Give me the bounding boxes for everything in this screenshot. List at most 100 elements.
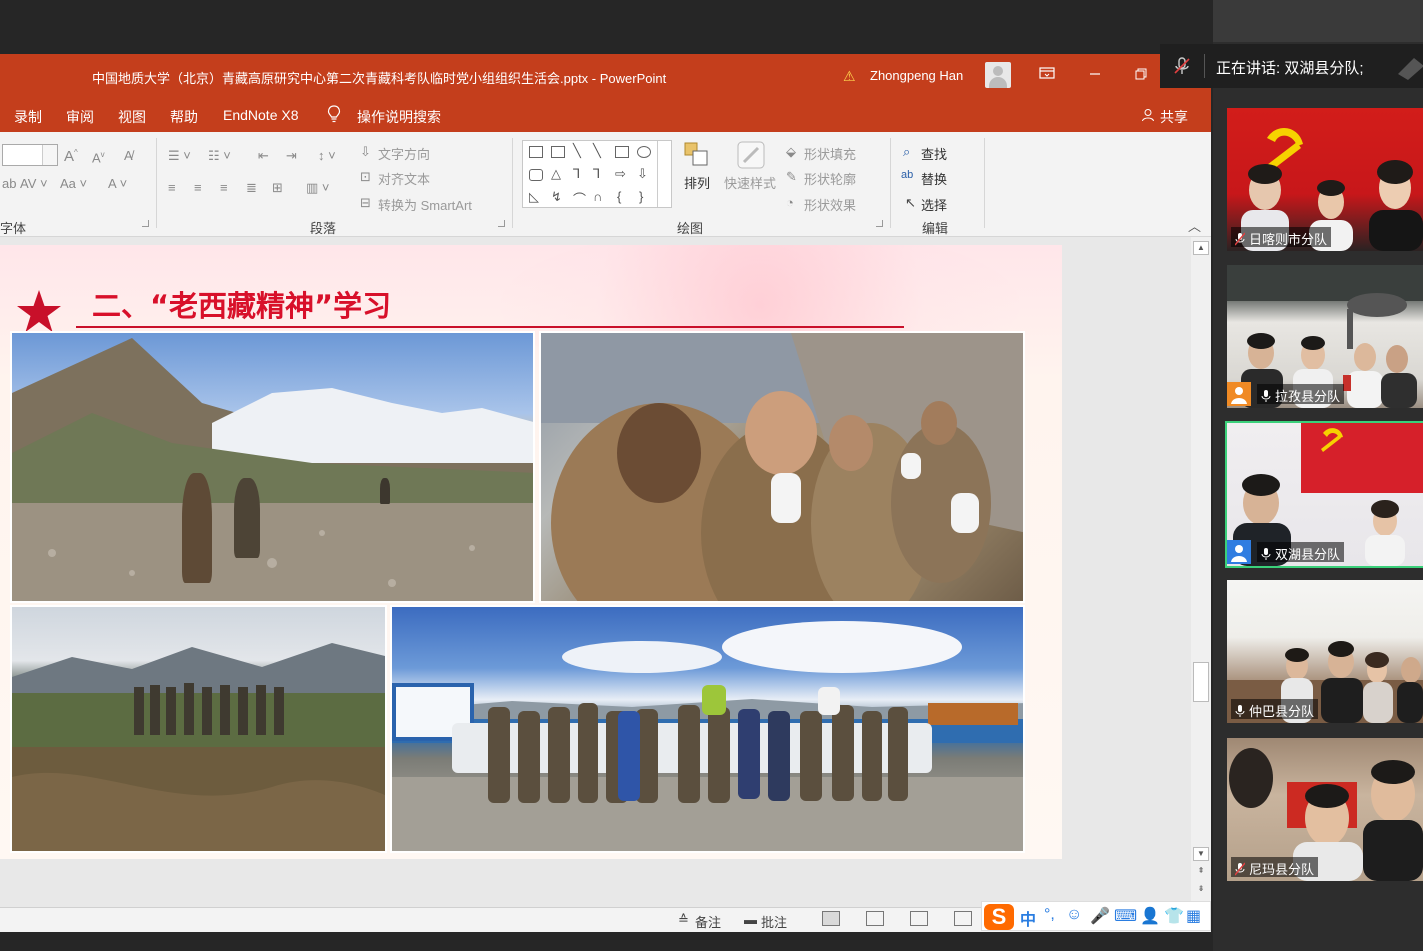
tab-review[interactable]: 审阅 bbox=[66, 107, 94, 127]
collapse-ribbon-icon[interactable]: ︿ bbox=[1188, 216, 1201, 235]
comments-button[interactable]: 批注 bbox=[761, 912, 787, 931]
next-slide-icon[interactable]: ⇟ bbox=[1193, 883, 1209, 897]
columns-icon[interactable]: ▥ ˅ bbox=[306, 180, 330, 196]
bullets-icon[interactable]: ☰ ˅ bbox=[168, 148, 191, 164]
gallery-scroll[interactable] bbox=[657, 141, 672, 207]
right-arrow-shape-icon[interactable]: ⇨ bbox=[615, 166, 626, 182]
vertical-scrollbar[interactable]: ▲ ▼ ⇞ ⇟ bbox=[1191, 237, 1211, 907]
left-brace-icon[interactable]: { bbox=[617, 189, 621, 204]
mic-muted-icon[interactable] bbox=[1172, 56, 1192, 76]
tab-endnote[interactable]: EndNote X8 bbox=[223, 107, 299, 123]
drawing-dialog-launcher-icon[interactable] bbox=[876, 220, 883, 227]
convert-smartart-button[interactable]: 转换为 SmartArt bbox=[378, 195, 472, 214]
arrow-line-shape-icon[interactable]: ╲ bbox=[593, 143, 601, 159]
text-direction-icon[interactable]: ⇩ bbox=[360, 144, 371, 160]
elbow-arrow-icon[interactable]: ⅂ bbox=[593, 166, 600, 182]
toolbox-icon[interactable]: ▦ bbox=[1186, 906, 1201, 926]
ribbon-display-icon[interactable] bbox=[1036, 64, 1058, 86]
ime-toolbar[interactable]: S 中 °, ☺ 🎤 ⌨ 👤 👕 ▦ bbox=[981, 901, 1211, 931]
change-case-icon[interactable]: Aa ˅ bbox=[60, 176, 87, 191]
vertical-textbox-shape-icon[interactable] bbox=[551, 146, 565, 158]
grow-font-icon[interactable]: A^ bbox=[64, 148, 78, 165]
photo-team-selfie[interactable] bbox=[539, 331, 1025, 603]
find-button[interactable]: 查找 bbox=[921, 144, 947, 163]
scribble-shape-icon[interactable]: ↯ bbox=[551, 189, 562, 205]
align-center-icon[interactable]: ≡ bbox=[194, 180, 202, 195]
textbox-shape-icon[interactable] bbox=[529, 146, 543, 158]
participant-tile[interactable]: 日喀则市分队 bbox=[1227, 108, 1423, 251]
font-color-icon[interactable]: A ˅ bbox=[108, 176, 127, 191]
drag-handle-icon[interactable] bbox=[1394, 54, 1423, 80]
warning-icon[interactable]: ⚠ bbox=[843, 68, 856, 85]
participant-tile[interactable]: 尼玛县分队 bbox=[1227, 738, 1423, 881]
clear-format-icon[interactable]: A̸ bbox=[124, 148, 133, 163]
shape-fill-icon[interactable]: ⬙ bbox=[786, 144, 796, 160]
align-right-icon[interactable]: ≡ bbox=[220, 180, 228, 195]
sogou-logo-icon[interactable]: S bbox=[984, 904, 1014, 930]
scroll-thumb[interactable] bbox=[1193, 662, 1209, 702]
align-text-icon[interactable]: ⊡ bbox=[360, 169, 371, 185]
text-direction-button[interactable]: 文字方向 bbox=[378, 144, 430, 163]
oval-shape-icon[interactable] bbox=[637, 146, 651, 158]
align-text-button[interactable]: 对齐文本 bbox=[378, 169, 430, 188]
skin-icon[interactable]: 👕 bbox=[1164, 906, 1184, 926]
quick-styles-icon[interactable] bbox=[736, 140, 768, 172]
user-avatar[interactable] bbox=[985, 62, 1011, 88]
freeform-shape-icon[interactable]: ◺ bbox=[529, 189, 539, 205]
lightbulb-icon[interactable] bbox=[327, 105, 341, 123]
user-name[interactable]: Zhongpeng Han bbox=[870, 68, 963, 83]
distributed-icon[interactable]: ⊞ bbox=[272, 180, 283, 196]
ime-mode[interactable]: 中 bbox=[1020, 906, 1036, 930]
notes-icon[interactable]: ≙ bbox=[678, 912, 689, 928]
tab-view[interactable]: 视图 bbox=[118, 107, 146, 127]
rounded-rect-shape-icon[interactable] bbox=[529, 169, 543, 181]
select-cursor-icon[interactable]: ↖ bbox=[905, 195, 916, 211]
font-size-select[interactable] bbox=[2, 144, 58, 166]
justify-icon[interactable]: ≣ bbox=[246, 180, 257, 196]
line-shape-icon[interactable]: ╲ bbox=[573, 143, 581, 159]
strikethrough-icon[interactable]: ab bbox=[2, 176, 16, 191]
emoji-icon[interactable]: ☺ bbox=[1066, 906, 1082, 924]
replace-icon[interactable]: ab bbox=[901, 169, 913, 181]
share-button[interactable]: 共享 bbox=[1160, 107, 1188, 127]
arrange-icon[interactable] bbox=[684, 142, 710, 168]
smartart-icon[interactable]: ⊟ bbox=[360, 195, 371, 211]
share-person-icon[interactable] bbox=[1141, 108, 1155, 125]
tab-help[interactable]: 帮助 bbox=[170, 107, 198, 127]
slide-title[interactable]: 二、“老西藏精神”学习 bbox=[92, 283, 391, 325]
tell-me-search[interactable]: 操作说明搜索 bbox=[357, 107, 441, 127]
scroll-up-icon[interactable]: ▲ bbox=[1193, 241, 1209, 255]
select-button[interactable]: 选择 bbox=[921, 195, 947, 214]
right-brace-icon[interactable]: } bbox=[639, 189, 643, 204]
tab-record[interactable]: 录制 bbox=[14, 107, 42, 127]
voice-icon[interactable]: 🎤 bbox=[1090, 906, 1110, 926]
normal-view-icon[interactable] bbox=[822, 911, 840, 926]
punctuation-icon[interactable]: °, bbox=[1044, 906, 1055, 924]
prev-slide-icon[interactable]: ⇞ bbox=[1193, 865, 1209, 879]
triangle-shape-icon[interactable]: △ bbox=[551, 166, 561, 182]
photo-mountain-hikers[interactable] bbox=[10, 331, 535, 603]
find-icon[interactable]: ⌕ bbox=[903, 144, 910, 160]
minimize-icon[interactable] bbox=[1084, 64, 1106, 86]
align-left-icon[interactable]: ≡ bbox=[168, 180, 176, 195]
shapes-gallery[interactable]: ╲ ╲ △ ⅂ ⅂ ⇨ ⇩ ◺ ↯ ⌒ ∩ { } bbox=[522, 140, 672, 208]
slideshow-icon[interactable] bbox=[954, 911, 972, 926]
reading-view-icon[interactable] bbox=[910, 911, 928, 926]
numbering-icon[interactable]: ☷ ˅ bbox=[208, 148, 231, 164]
shape-effects-icon[interactable]: ◔ bbox=[786, 195, 794, 210]
arrange-button[interactable]: 排列 bbox=[684, 173, 710, 192]
slide-sorter-icon[interactable] bbox=[866, 911, 884, 926]
elbow-connector-icon[interactable]: ⅂ bbox=[573, 166, 580, 182]
shape-outline-button[interactable]: 形状轮廓 bbox=[804, 169, 856, 188]
line-spacing-icon[interactable]: ↕ ˅ bbox=[318, 148, 336, 163]
restore-icon[interactable] bbox=[1130, 64, 1152, 86]
down-arrow-shape-icon[interactable]: ⇩ bbox=[637, 166, 648, 182]
font-dialog-launcher-icon[interactable] bbox=[142, 220, 149, 227]
keyboard-icon[interactable]: ⌨ bbox=[1114, 906, 1137, 926]
rectangle-shape-icon[interactable] bbox=[615, 146, 629, 158]
char-spacing-icon[interactable]: AV ˅ bbox=[20, 176, 48, 191]
shape-effects-button[interactable]: 形状效果 bbox=[804, 195, 856, 214]
decrease-indent-icon[interactable]: ⇤ bbox=[258, 148, 269, 164]
participant-tile[interactable]: 拉孜县分队 bbox=[1227, 265, 1423, 408]
slide[interactable]: 二、“老西藏精神”学习 bbox=[0, 245, 1062, 859]
